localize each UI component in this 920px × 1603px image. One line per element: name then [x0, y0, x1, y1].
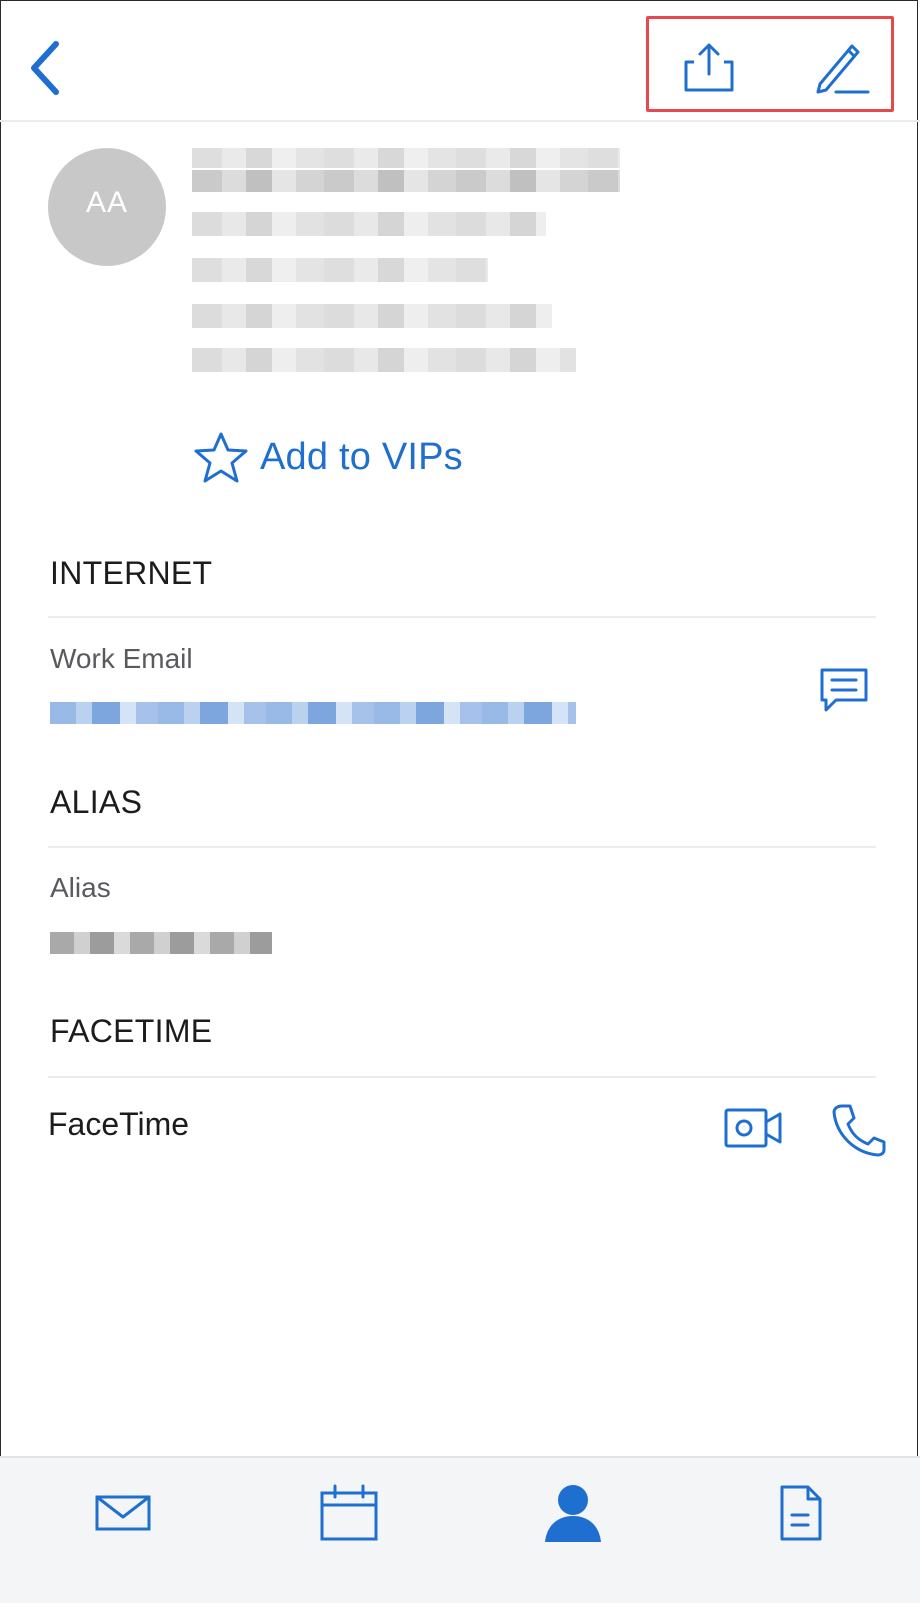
share-button[interactable]: [680, 40, 738, 96]
section-title-alias: ALIAS: [50, 784, 143, 820]
message-icon: [820, 668, 868, 712]
tab-files[interactable]: [766, 1478, 836, 1548]
share-icon: [684, 43, 734, 92]
tab-mail[interactable]: [88, 1478, 158, 1548]
redacted-contact-details: [192, 148, 632, 384]
document-icon: [780, 1485, 822, 1541]
pencil-icon: [816, 44, 870, 94]
back-button[interactable]: [22, 38, 72, 98]
facetime-audio-button[interactable]: [828, 1100, 888, 1158]
calendar-icon: [320, 1484, 378, 1541]
facetime-video-button[interactable]: [722, 1102, 786, 1154]
divider: [48, 616, 876, 618]
add-to-vips-button[interactable]: Add to VIPs: [192, 430, 463, 484]
section-title-facetime: FACETIME: [50, 1013, 213, 1049]
work-email-label: Work Email: [50, 643, 193, 674]
section-title-internet: INTERNET: [50, 555, 213, 591]
star-icon: [194, 432, 248, 483]
video-camera-icon: [724, 1108, 782, 1148]
tab-bar: [0, 1456, 920, 1603]
tab-contacts[interactable]: [538, 1478, 608, 1548]
redacted-work-email[interactable]: [50, 702, 576, 724]
alias-label: Alias: [50, 872, 111, 903]
divider: [48, 1076, 876, 1078]
edit-button[interactable]: [810, 40, 872, 96]
facetime-label: FaceTime: [48, 1106, 190, 1142]
message-button[interactable]: [816, 664, 872, 716]
redacted-alias-value: [50, 932, 272, 954]
chevron-left-icon: [31, 41, 59, 95]
add-to-vips-label: Add to VIPs: [260, 435, 463, 478]
avatar: AA: [48, 148, 166, 266]
navigation-bar: [0, 0, 920, 122]
mail-icon: [95, 1495, 151, 1531]
divider: [48, 846, 876, 848]
person-icon: [545, 1485, 601, 1542]
tab-calendar[interactable]: [314, 1478, 384, 1548]
phone-icon: [832, 1104, 886, 1157]
